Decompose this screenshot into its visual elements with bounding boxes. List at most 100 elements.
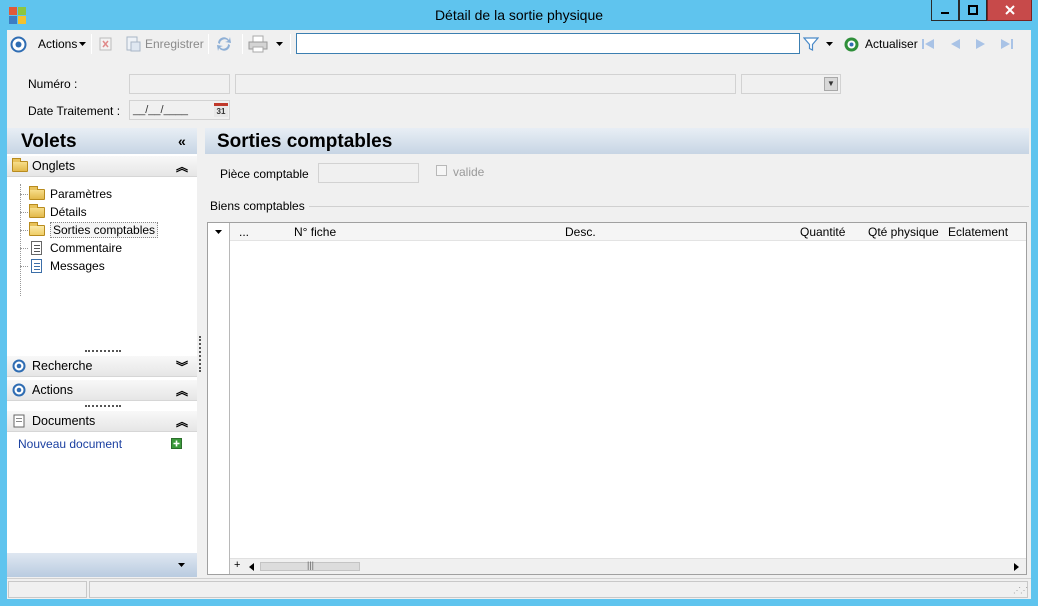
window-title: Détail de la sortie physique (434, 7, 604, 23)
piece-comptable-field[interactable] (318, 163, 419, 183)
sync-button[interactable] (215, 34, 233, 54)
minimize-button[interactable] (931, 0, 959, 21)
chevron-up-double-icon[interactable]: ︽ (176, 158, 188, 175)
column-header-eclatement[interactable]: Eclatement (948, 225, 1008, 239)
calendar-icon[interactable]: 31 (214, 103, 228, 117)
filter-button[interactable] (803, 34, 834, 54)
column-header-desc[interactable]: Desc. (565, 225, 596, 239)
scrollbar-thumb[interactable]: ||| (260, 560, 360, 571)
previous-icon (951, 39, 960, 49)
close-icon (1004, 5, 1015, 15)
numero-field-1[interactable] (129, 74, 230, 94)
valide-checkbox[interactable] (436, 165, 447, 176)
right-pane: Sorties comptables Pièce comptable valid… (205, 128, 1029, 577)
column-header-ellipsis[interactable]: ... (239, 225, 249, 239)
biens-comptables-label: Biens comptables (210, 199, 305, 213)
resize-grip-icon[interactable]: ⋰⋰ (1013, 586, 1028, 595)
open-folder-icon (29, 222, 45, 237)
previous-record-button[interactable] (948, 34, 962, 54)
last-record-button[interactable] (1000, 34, 1014, 54)
column-header-quantite[interactable]: Quantité (800, 225, 845, 239)
add-icon[interactable] (171, 438, 182, 449)
refresh-icon (844, 37, 859, 51)
date-value: __/__/____ (133, 104, 189, 116)
numero-label: Numéro : (28, 77, 78, 91)
tree-item-details[interactable]: Détails (29, 203, 87, 221)
row-selector-column (208, 223, 230, 574)
numero-field-2[interactable] (235, 74, 736, 94)
onglets-section-header[interactable]: Onglets ︽ (7, 156, 197, 177)
document-icon (29, 241, 45, 255)
numero-select[interactable]: ▼ (741, 74, 841, 94)
application-window: Détail de la sortie physique Actions Enr… (0, 0, 1038, 606)
printer-icon (248, 35, 268, 53)
tree-item-label: Paramètres (50, 187, 113, 201)
grip-icon: ||| (307, 560, 315, 570)
tree-connector (20, 230, 28, 231)
chevron-down-icon (79, 42, 87, 46)
last-page-icon (1001, 39, 1013, 49)
next-record-button[interactable] (974, 34, 988, 54)
grid-header: ... N° fiche Desc. Quantité Qté physique… (208, 223, 1026, 241)
first-record-button[interactable] (921, 34, 935, 54)
toolbar-separator (290, 34, 291, 54)
new-document-link[interactable]: Nouveau document (18, 437, 122, 451)
chevron-up-double-icon[interactable]: ︽ (176, 413, 188, 430)
print-button[interactable] (248, 34, 284, 54)
document-icon (12, 414, 26, 428)
section-title: Sorties comptables (217, 131, 393, 152)
target-icon (12, 383, 26, 400)
toolbar: Actions Enregistrer Actualiser (7, 30, 1031, 58)
close-button[interactable] (987, 0, 1032, 21)
delete-button[interactable] (99, 34, 113, 54)
toolbar-separator (91, 34, 92, 54)
column-header-no-fiche[interactable]: N° fiche (294, 225, 336, 239)
save-button[interactable]: Enregistrer (125, 34, 204, 54)
toolbar-separator (242, 34, 243, 54)
chevron-down-icon[interactable] (178, 562, 186, 568)
left-pane: Volets « Onglets ︽ Paramètres Détails So… (7, 128, 197, 577)
left-pane-footer (7, 553, 197, 577)
chevron-down-double-icon[interactable]: ︾ (176, 358, 188, 375)
tree-item-label: Détails (50, 205, 87, 219)
tree-item-parametres[interactable]: Paramètres (29, 185, 112, 203)
chevron-down-icon[interactable]: ▼ (824, 77, 838, 91)
filter-icon (803, 37, 819, 51)
date-field[interactable]: __/__/____ 31 (129, 100, 230, 120)
refresh-button[interactable]: Actualiser (843, 34, 918, 54)
vertical-splitter-grip[interactable] (199, 336, 201, 372)
tree-item-sorties-comptables[interactable]: Sorties comptables (29, 221, 159, 239)
collapse-left-icon[interactable]: « (178, 133, 186, 149)
next-icon (976, 39, 985, 49)
tree-item-commentaire[interactable]: Commentaire (29, 239, 122, 257)
recherche-section-header[interactable]: Recherche ︾ (7, 356, 197, 377)
actions-label: Actions (32, 383, 73, 397)
biens-comptables-grid[interactable]: ... N° fiche Desc. Quantité Qté physique… (207, 222, 1027, 575)
documents-section-header[interactable]: Documents ︽ (7, 411, 197, 432)
onglets-label: Onglets (32, 159, 76, 173)
date-label: Date Traitement : (28, 104, 121, 118)
add-row-icon[interactable]: + (234, 559, 240, 571)
actions-section-header[interactable]: Actions ︽ (7, 380, 197, 401)
column-header-qte-physique[interactable]: Qté physique (868, 225, 939, 239)
tree-connector (20, 248, 28, 249)
chevron-up-double-icon[interactable]: ︽ (176, 382, 188, 399)
scroll-left-icon[interactable] (249, 563, 255, 571)
search-input[interactable] (296, 33, 800, 54)
recherche-label: Recherche (32, 359, 93, 373)
maximize-button[interactable] (959, 0, 987, 21)
actions-radio-icon-button[interactable] (10, 34, 27, 54)
target-icon (12, 359, 26, 376)
scroll-right-icon[interactable] (1014, 563, 1020, 571)
chevron-down-icon (276, 42, 283, 46)
status-cell-2 (89, 581, 1028, 598)
splitter-grip[interactable] (85, 405, 121, 408)
actions-menu-button[interactable]: Actions (38, 34, 87, 54)
chevron-down-icon[interactable] (215, 229, 223, 235)
splitter-grip[interactable] (85, 350, 121, 353)
folder-icon (29, 186, 45, 201)
horizontal-scrollbar[interactable]: + ||| (230, 558, 1026, 574)
tree-item-messages[interactable]: Messages (29, 257, 105, 275)
tree-item-label: Sorties comptables (50, 222, 159, 238)
title-bar[interactable]: Détail de la sortie physique (0, 0, 1038, 30)
